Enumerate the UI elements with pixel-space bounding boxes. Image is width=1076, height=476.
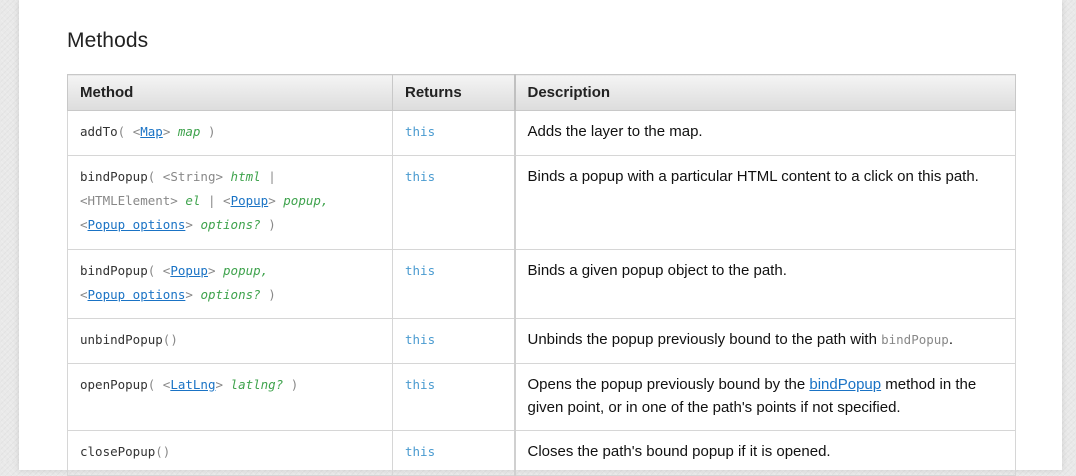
type-link-latlng[interactable]: LatLng <box>170 377 215 392</box>
method-name: openPopup <box>80 377 148 392</box>
description-text: Adds the layer to the map. <box>527 123 703 140</box>
returns-cell: this <box>392 430 515 476</box>
method-signature: openPopup( <LatLng> latlng? ) <box>80 377 299 392</box>
method-cell: closePopup() <box>67 430 393 476</box>
returns-cell: this <box>392 318 515 364</box>
table-row: unbindPopup() this Unbinds the popup pre… <box>67 318 1016 364</box>
method-signature: bindPopup( <String> html | <HTMLElement> … <box>80 169 329 232</box>
description-text: Opens the popup previously bound by the … <box>527 376 977 416</box>
header-method: Method <box>67 74 393 111</box>
returns-value: this <box>405 124 436 139</box>
table-row: bindPopup( <Popup> popup, <Popup options>… <box>67 249 1016 319</box>
method-name: bindPopup <box>80 263 148 278</box>
method-signature: closePopup() <box>80 444 171 459</box>
description-cell: Unbinds the popup previously bound to th… <box>513 318 1016 364</box>
method-name: closePopup <box>80 444 156 459</box>
description-text: Closes the path's bound popup if it is o… <box>527 443 831 460</box>
type-link-map[interactable]: Map <box>140 124 163 139</box>
description-cell: Opens the popup previously bound by the … <box>513 363 1016 431</box>
method-cell: unbindPopup() <box>67 318 393 364</box>
table-row: openPopup( <LatLng> latlng? ) this Opens… <box>67 363 1016 431</box>
method-cell: openPopup( <LatLng> latlng? ) <box>67 363 393 431</box>
method-name: unbindPopup <box>80 332 163 347</box>
bindpopup-link[interactable]: bindPopup <box>809 376 881 393</box>
description-text: Binds a popup with a particular HTML con… <box>527 168 979 185</box>
table-row: bindPopup( <String> html | <HTMLElement> … <box>67 155 1016 250</box>
description-cell: Closes the path's bound popup if it is o… <box>513 430 1016 476</box>
description-text: Binds a given popup object to the path. <box>527 262 787 279</box>
method-name: addTo <box>80 124 118 139</box>
returns-cell: this <box>392 155 515 250</box>
table-row: addTo( <Map> map ) this Adds the layer t… <box>67 110 1016 156</box>
type-link-popup[interactable]: Popup <box>170 263 208 278</box>
method-signature: unbindPopup() <box>80 332 178 347</box>
header-description: Description <box>513 74 1016 111</box>
returns-value: this <box>405 444 436 459</box>
returns-value: this <box>405 263 436 278</box>
method-signature: bindPopup( <Popup> popup, <Popup options>… <box>80 263 276 302</box>
description-cell: Binds a given popup object to the path. <box>513 249 1016 319</box>
returns-value: this <box>405 332 436 347</box>
type-link-popup[interactable]: Popup <box>231 193 269 208</box>
type-link-popup-options[interactable]: Popup options <box>88 287 186 302</box>
returns-value: this <box>405 377 436 392</box>
header-returns: Returns <box>392 74 515 111</box>
returns-cell: this <box>392 363 515 431</box>
returns-value: this <box>405 169 436 184</box>
returns-cell: this <box>392 110 515 156</box>
section-title: Methods <box>67 29 149 52</box>
method-signature: addTo( <Map> map ) <box>80 124 216 139</box>
returns-cell: this <box>392 249 515 319</box>
inline-code: bindPopup <box>881 332 949 347</box>
param-name: map <box>177 124 201 139</box>
table-header-row: Method Returns Description <box>67 74 1016 111</box>
methods-table: Method Returns Description addTo( <Map> … <box>67 74 1016 476</box>
description-cell: Adds the layer to the map. <box>513 110 1016 156</box>
method-cell: bindPopup( <Popup> popup, <Popup options>… <box>67 249 393 319</box>
type-link-popup-options[interactable]: Popup options <box>88 217 186 232</box>
description-cell: Binds a popup with a particular HTML con… <box>513 155 1016 250</box>
method-cell: bindPopup( <String> html | <HTMLElement> … <box>67 155 393 250</box>
description-text: Unbinds the popup previously bound to th… <box>527 331 954 348</box>
table-row: closePopup() this Closes the path's boun… <box>67 430 1016 476</box>
method-name: bindPopup <box>80 169 148 184</box>
method-cell: addTo( <Map> map ) <box>67 110 393 156</box>
